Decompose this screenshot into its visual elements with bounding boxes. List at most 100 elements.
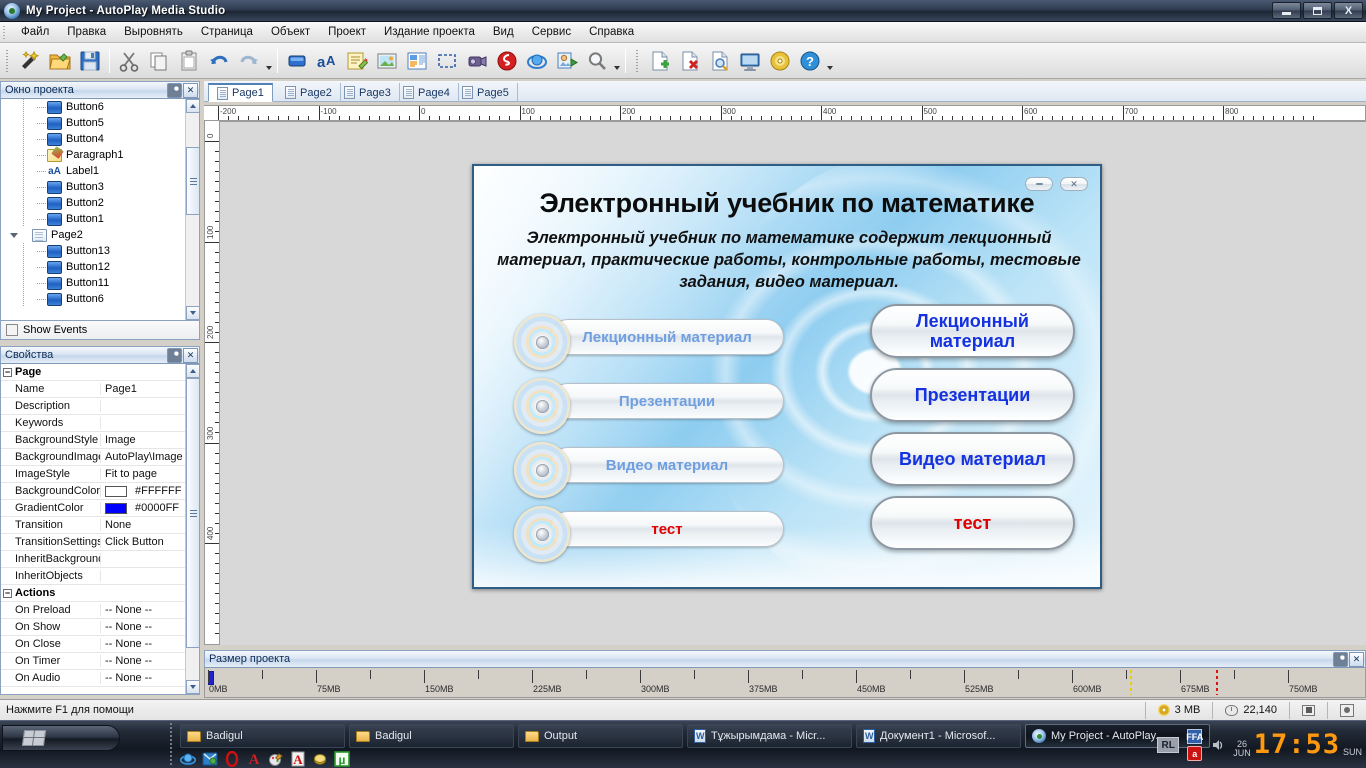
acrobat-icon[interactable]: A (290, 751, 306, 767)
menu-publish[interactable]: Издание проекта (375, 24, 484, 40)
close-panel-icon[interactable]: ✕ (183, 82, 198, 98)
tree-item-label1[interactable]: aA Label1 (1, 163, 183, 179)
task-document1-word[interactable]: Документ1 - Microsof... (856, 724, 1021, 748)
size-autohide-icon[interactable] (1333, 651, 1348, 667)
property-row[interactable]: Keywords (1, 415, 199, 432)
help-icon[interactable]: ? (796, 47, 824, 75)
tree-item-button13[interactable]: Button13 (1, 243, 183, 259)
slideshow-object-icon[interactable] (553, 47, 581, 75)
design-page-surface[interactable]: ✕ Электронный учебник по математике Элек… (472, 164, 1102, 589)
mu-icon[interactable]: µ (334, 751, 350, 767)
properties-close-icon[interactable]: ✕ (183, 347, 198, 363)
new-project-wand-icon[interactable] (16, 47, 44, 75)
label-object-icon[interactable]: aA (313, 47, 341, 75)
left-button-test[interactable]: тест (550, 511, 784, 547)
minimize-button[interactable] (1272, 2, 1301, 19)
left-button-video[interactable]: Видео материал (550, 447, 784, 483)
property-row[interactable]: On Close -- None -- (1, 636, 199, 653)
preview-page-icon[interactable] (706, 47, 734, 75)
property-group-page[interactable]: − Page (1, 364, 199, 381)
right-button-test[interactable]: тест (870, 496, 1075, 550)
project-tree-scrollbar[interactable] (185, 99, 199, 320)
tab-page3[interactable]: Page3 (336, 83, 400, 102)
property-row[interactable]: Name Page1 (1, 381, 199, 398)
scroll-up-icon[interactable] (186, 99, 199, 113)
abbyy-icon[interactable]: A (246, 751, 262, 767)
toolbar-grip-1[interactable] (4, 47, 11, 74)
property-row[interactable]: On Audio -- None -- (1, 670, 199, 687)
props-scroll-thumb[interactable] (186, 378, 199, 648)
tree-item-button5[interactable]: Button5 (1, 115, 183, 131)
color-swatch[interactable] (105, 485, 127, 497)
add-page-icon[interactable] (646, 47, 674, 75)
undo-arrow-icon[interactable] (205, 47, 233, 75)
right-button-lections[interactable]: Лекционный материал (870, 304, 1075, 358)
status-target[interactable] (1327, 701, 1366, 719)
property-row[interactable]: On Preload -- None -- (1, 602, 199, 619)
ie-icon[interactable] (180, 751, 196, 767)
property-row[interactable]: TransitionSettings Click Button (1, 534, 199, 551)
tree-item-button2[interactable]: Button2 (1, 195, 183, 211)
menu-tools[interactable]: Сервис (523, 24, 580, 40)
toolbar-overflow-dropdown[interactable] (825, 47, 834, 75)
collapse-icon[interactable]: − (3, 588, 12, 598)
undo-history-dropdown[interactable] (264, 47, 273, 75)
right-button-video[interactable]: Видео материал (870, 432, 1075, 486)
copy-pages-icon[interactable] (145, 47, 173, 75)
property-group-actions[interactable]: − Actions (1, 585, 199, 602)
show-events-row[interactable]: Show Events (0, 321, 200, 340)
web-object-icon[interactable] (523, 47, 551, 75)
outlook-icon[interactable] (202, 751, 218, 767)
avira-icon[interactable]: a (1187, 746, 1203, 761)
open-folder-icon[interactable] (46, 47, 74, 75)
cd-button-row[interactable]: Презентации (514, 373, 784, 434)
property-row[interactable]: BackgroundImage AutoPlay\Image (1, 449, 199, 466)
project-tree[interactable]: Button6 Button5 Button4 Paragraph1 aA Label1 B… (0, 99, 200, 321)
flash-object-icon[interactable] (493, 47, 521, 75)
menu-align[interactable]: Выровнять (115, 24, 192, 40)
left-button-lections[interactable]: Лекционный материал (550, 319, 784, 355)
tree-item-button12[interactable]: Button12 (1, 259, 183, 275)
start-button[interactable] (2, 725, 120, 751)
menu-grip[interactable] (2, 23, 9, 41)
task-tuzhyrymdama-word[interactable]: Тұжырымдама - Micr... (687, 724, 852, 748)
cd-button-row[interactable]: Лекционный материал (514, 309, 784, 370)
chevron-down-icon[interactable] (9, 231, 18, 240)
zoom-dropdown[interactable] (612, 47, 621, 75)
task-output[interactable]: Output (518, 724, 683, 748)
properties-scrollbar[interactable] (185, 364, 199, 694)
target-icon[interactable] (1340, 703, 1354, 717)
property-row[interactable]: Description (1, 398, 199, 415)
paragraph-object-icon[interactable] (343, 47, 371, 75)
video-object-icon[interactable] (463, 47, 491, 75)
color-swatch[interactable] (105, 502, 127, 514)
design-canvas[interactable]: ✕ Электронный учебник по математике Элек… (220, 121, 1366, 645)
property-row[interactable]: On Show -- None -- (1, 619, 199, 636)
button-object-icon[interactable] (283, 47, 311, 75)
menu-help[interactable]: Справка (580, 24, 643, 40)
save-disk-icon[interactable] (76, 47, 104, 75)
props-scroll-up-icon[interactable] (186, 364, 199, 378)
redo-arrow-icon[interactable] (235, 47, 263, 75)
tree-item-button4[interactable]: Button4 (1, 131, 183, 147)
richtext-object-icon[interactable] (403, 47, 431, 75)
property-row[interactable]: BackgroundColor #FFFFFF (1, 483, 199, 500)
menu-file[interactable]: Файл (12, 24, 58, 40)
menu-project[interactable]: Проект (319, 24, 375, 40)
scroll-thumb[interactable] (186, 147, 199, 215)
status-fullscreen[interactable] (1289, 701, 1327, 719)
property-row[interactable]: Transition None (1, 517, 199, 534)
coin-icon[interactable] (312, 751, 328, 767)
scroll-down-icon[interactable] (186, 306, 199, 320)
cd-button-row[interactable]: тест (514, 501, 784, 562)
tree-item-paragraph1[interactable]: Paragraph1 (1, 147, 183, 163)
paste-clipboard-icon[interactable] (175, 47, 203, 75)
tree-item-page2[interactable]: Page2 (1, 227, 183, 243)
menu-view[interactable]: Вид (484, 24, 523, 40)
property-row[interactable]: On Timer -- None -- (1, 653, 199, 670)
zoom-icon[interactable] (583, 47, 611, 75)
opera-icon[interactable] (224, 751, 240, 767)
toolbar-grip-2[interactable] (634, 47, 641, 74)
tab-page5[interactable]: Page5 (454, 83, 518, 102)
tab-page2[interactable]: Page2 (277, 83, 341, 102)
